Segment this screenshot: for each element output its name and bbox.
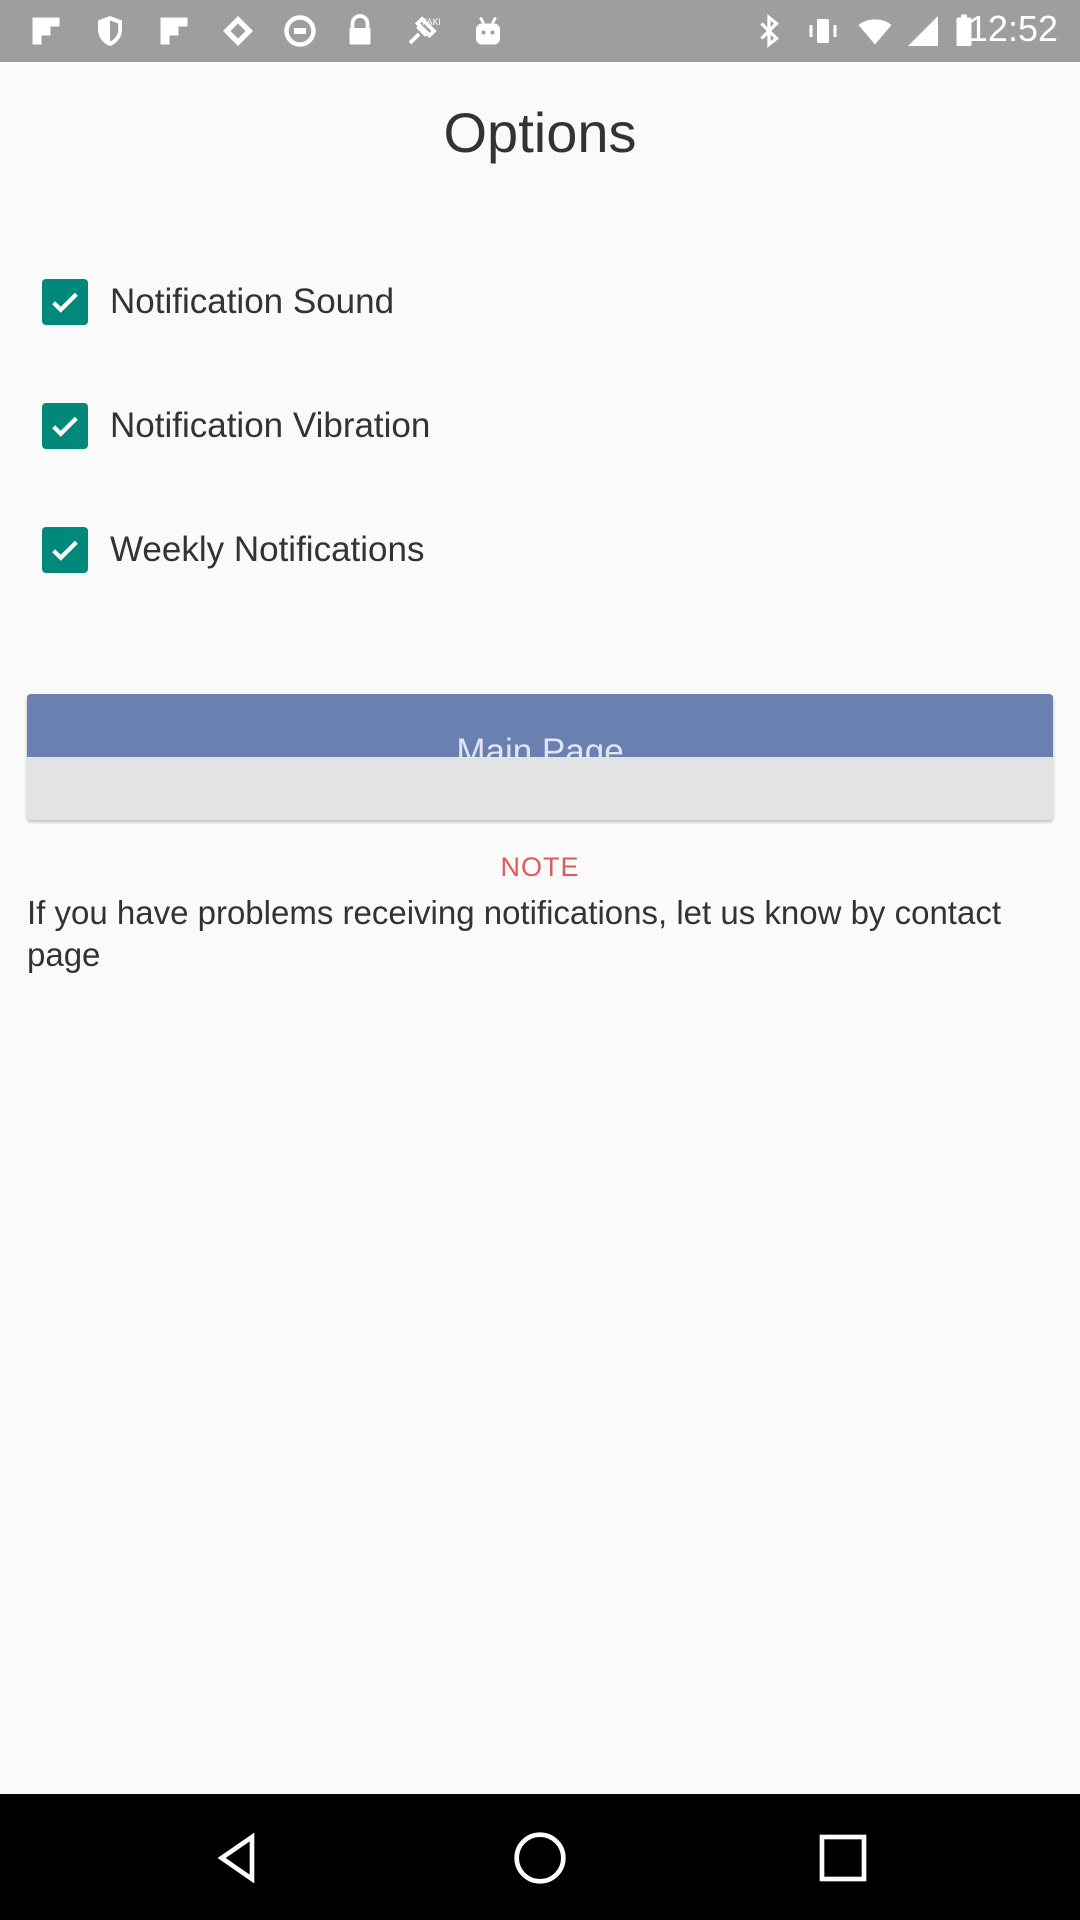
weekly-notifications-checkbox[interactable] (42, 527, 88, 573)
flipboard-icon (160, 17, 188, 45)
satellite-icon: FAKE (408, 16, 440, 45)
back-icon[interactable] (210, 1830, 266, 1886)
main-page-button[interactable]: Main Page (27, 694, 1053, 820)
option-weekly-notifications[interactable]: Weekly Notifications (42, 524, 424, 576)
status-time: 12:52 (967, 8, 1058, 49)
option-notification-vibration[interactable]: Notification Vibration (42, 400, 430, 452)
flipboard-icon (32, 17, 60, 45)
svg-text:FAKE: FAKE (422, 18, 440, 28)
notification-sound-checkbox[interactable] (42, 279, 88, 325)
option-notification-sound[interactable]: Notification Sound (42, 276, 394, 328)
lock-icon (349, 14, 371, 45)
checkmark-icon (52, 292, 78, 313)
checkmark-icon (52, 416, 78, 437)
main-page-button-label: Main Page (456, 732, 624, 757)
vibrate-icon (809, 19, 837, 43)
puzzle-icon (223, 16, 253, 46)
android-icon (476, 16, 500, 45)
navigation-bar (0, 1794, 1080, 1920)
options-screen: Options Notification Sound Notification … (0, 62, 1080, 1794)
wifi-icon (858, 19, 892, 45)
notification-vibration-label: Notification Vibration (110, 406, 431, 445)
checkmark-icon (52, 540, 78, 561)
signal-icon (908, 16, 938, 46)
note-title: NOTE (500, 852, 580, 882)
settings-icon (284, 15, 316, 47)
shield-icon (98, 16, 122, 46)
page-title: Options (443, 101, 637, 164)
home-icon[interactable] (512, 1830, 568, 1886)
notification-sound-label: Notification Sound (110, 282, 395, 321)
notification-vibration-checkbox[interactable] (42, 403, 88, 449)
status-bar: FAKE 12:52 (0, 0, 1080, 62)
weekly-notifications-label: Weekly Notifications (110, 530, 425, 569)
note-text: If you have problems receiving notificat… (27, 894, 1001, 973)
main-page-button-top: Main Page (27, 694, 1053, 757)
recents-icon[interactable] (815, 1830, 871, 1886)
main-page-button-bottom (27, 757, 1053, 820)
bluetooth-icon (760, 14, 779, 48)
